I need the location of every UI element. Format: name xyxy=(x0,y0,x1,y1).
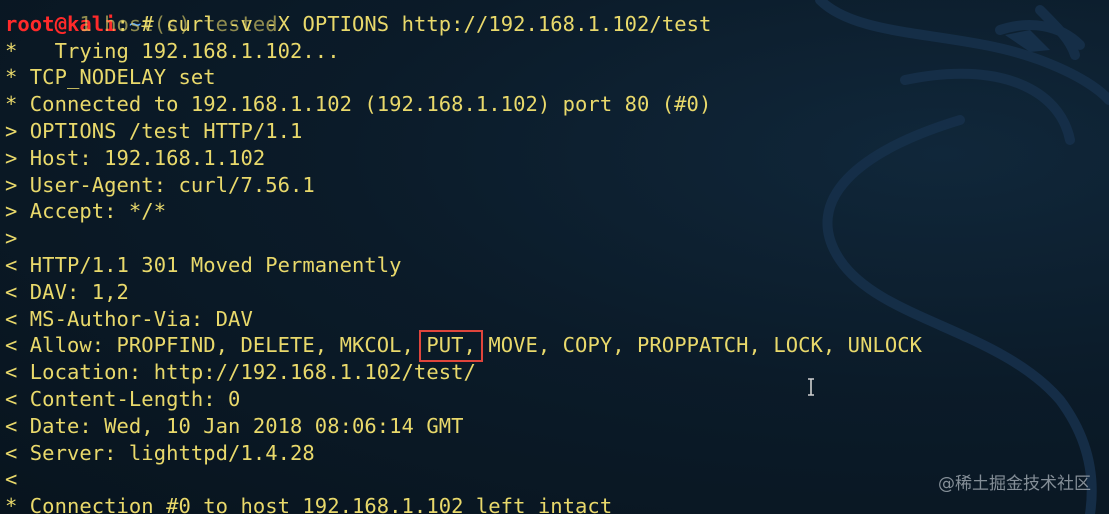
allow-line-after: MOVE, COPY, PROPPATCH, LOCK, UNLOCK xyxy=(475,333,923,358)
partial-line-text: 1 host(s) tested xyxy=(79,11,278,36)
terminal-line: * TCP_NODELAY set xyxy=(5,65,216,90)
terminal-line: < Location: http://192.168.1.102/test/ xyxy=(5,360,476,385)
allow-line-before: < Allow: PROPFIND, DELETE, MKCOL, xyxy=(5,333,427,358)
terminal-line: > User-Agent: curl/7.56.1 xyxy=(5,172,315,197)
terminal-line: < HTTP/1.1 301 Moved Permanently xyxy=(5,252,402,277)
terminal-line: < DAV: 1,2 xyxy=(5,279,129,304)
terminal-line: < Server: lighttpd/1.4.28 xyxy=(5,440,315,465)
terminal-line: > Host: 192.168.1.102 xyxy=(5,145,266,170)
put-method-highlight: PUT, xyxy=(419,330,483,363)
terminal-line: > xyxy=(5,226,18,251)
terminal-line: < Date: Wed, 10 Jan 2018 08:06:14 GMT xyxy=(5,413,464,438)
terminal-line: * Connected to 192.168.1.102 (192.168.1.… xyxy=(5,92,712,117)
terminal-output: 1 host(s) tested root@kali:~# curl -v -X… xyxy=(5,0,1109,514)
terminal-line-partial: 1 host(s) tested xyxy=(5,0,1109,36)
terminal-line: * Connection #0 to host 192.168.1.102 le… xyxy=(5,494,613,514)
allow-header-line: < Allow: PROPFIND, DELETE, MKCOL, PUT, M… xyxy=(5,330,1109,363)
watermark: @稀土掘金技术社区 xyxy=(938,474,1091,494)
terminal-line: < Content-Length: 0 xyxy=(5,386,241,411)
terminal-line: > Accept: */* xyxy=(5,199,167,224)
terminal-line: > OPTIONS /test HTTP/1.1 xyxy=(5,118,303,143)
terminal-line: < MS-Author-Via: DAV xyxy=(5,306,253,331)
terminal-window[interactable]: 1 host(s) tested root@kali:~# curl -v -X… xyxy=(0,0,1109,514)
i-beam-cursor-icon xyxy=(808,378,814,396)
terminal-line: * Trying 192.168.1.102... xyxy=(5,38,340,63)
